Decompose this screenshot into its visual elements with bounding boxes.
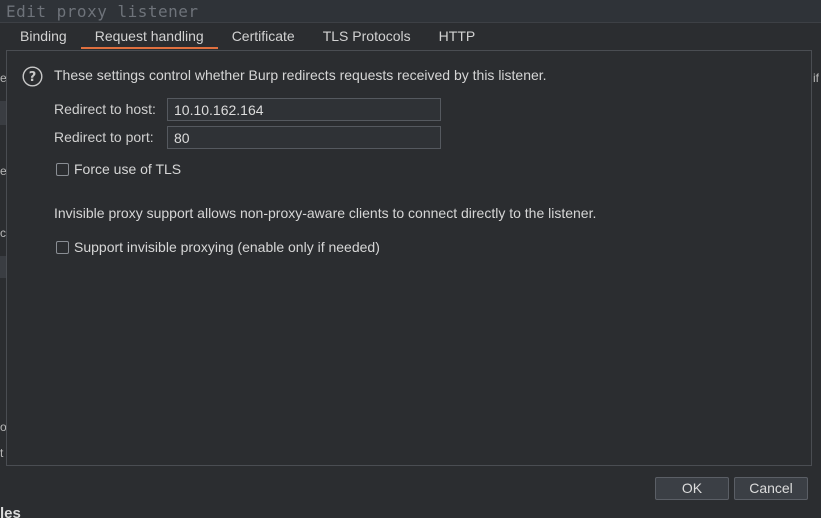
svg-text:?: ? (29, 70, 37, 85)
force-tls-checkbox[interactable] (56, 162, 69, 176)
ok-button[interactable]: OK (655, 477, 729, 500)
tab-request-handling[interactable]: Request handling (80, 24, 218, 49)
invisible-proxy-option[interactable]: Support invisible proxying (enable only … (56, 239, 380, 255)
tab-http[interactable]: HTTP (425, 24, 490, 49)
tab-binding[interactable]: Binding (6, 24, 81, 49)
redirect-description: These settings control whether Burp redi… (54, 67, 547, 83)
background-text-fragment: if (813, 71, 819, 85)
proxy-listener-dialog: Edit proxy listener er es c o t if Bindi… (0, 0, 821, 518)
invisible-proxy-description: Invisible proxy support allows non-proxy… (54, 205, 597, 221)
background-text-fragment: t (0, 446, 4, 460)
invisible-proxy-checkbox[interactable] (56, 240, 69, 254)
force-tls-label: Force use of TLS (74, 161, 182, 177)
redirect-port-label: Redirect to port: (54, 129, 154, 145)
redirect-port-input[interactable] (167, 126, 441, 149)
dialog-title: Edit proxy listener (6, 2, 199, 21)
background-heading-fragment: les (0, 505, 21, 518)
tab-certificate[interactable]: Certificate (218, 24, 309, 49)
tab-bar: Binding Request handling Certificate TLS… (6, 24, 489, 49)
tab-tls-protocols[interactable]: TLS Protocols (309, 24, 425, 49)
redirect-host-label: Redirect to host: (54, 101, 156, 117)
cancel-button[interactable]: Cancel (734, 477, 808, 500)
request-handling-panel: ? These settings control whether Burp re… (6, 50, 812, 466)
help-icon: ? (22, 66, 43, 87)
invisible-proxy-label: Support invisible proxying (enable only … (74, 239, 380, 255)
redirect-host-input[interactable] (167, 98, 441, 121)
force-tls-option[interactable]: Force use of TLS (56, 161, 181, 177)
title-bar: Edit proxy listener (0, 0, 821, 23)
